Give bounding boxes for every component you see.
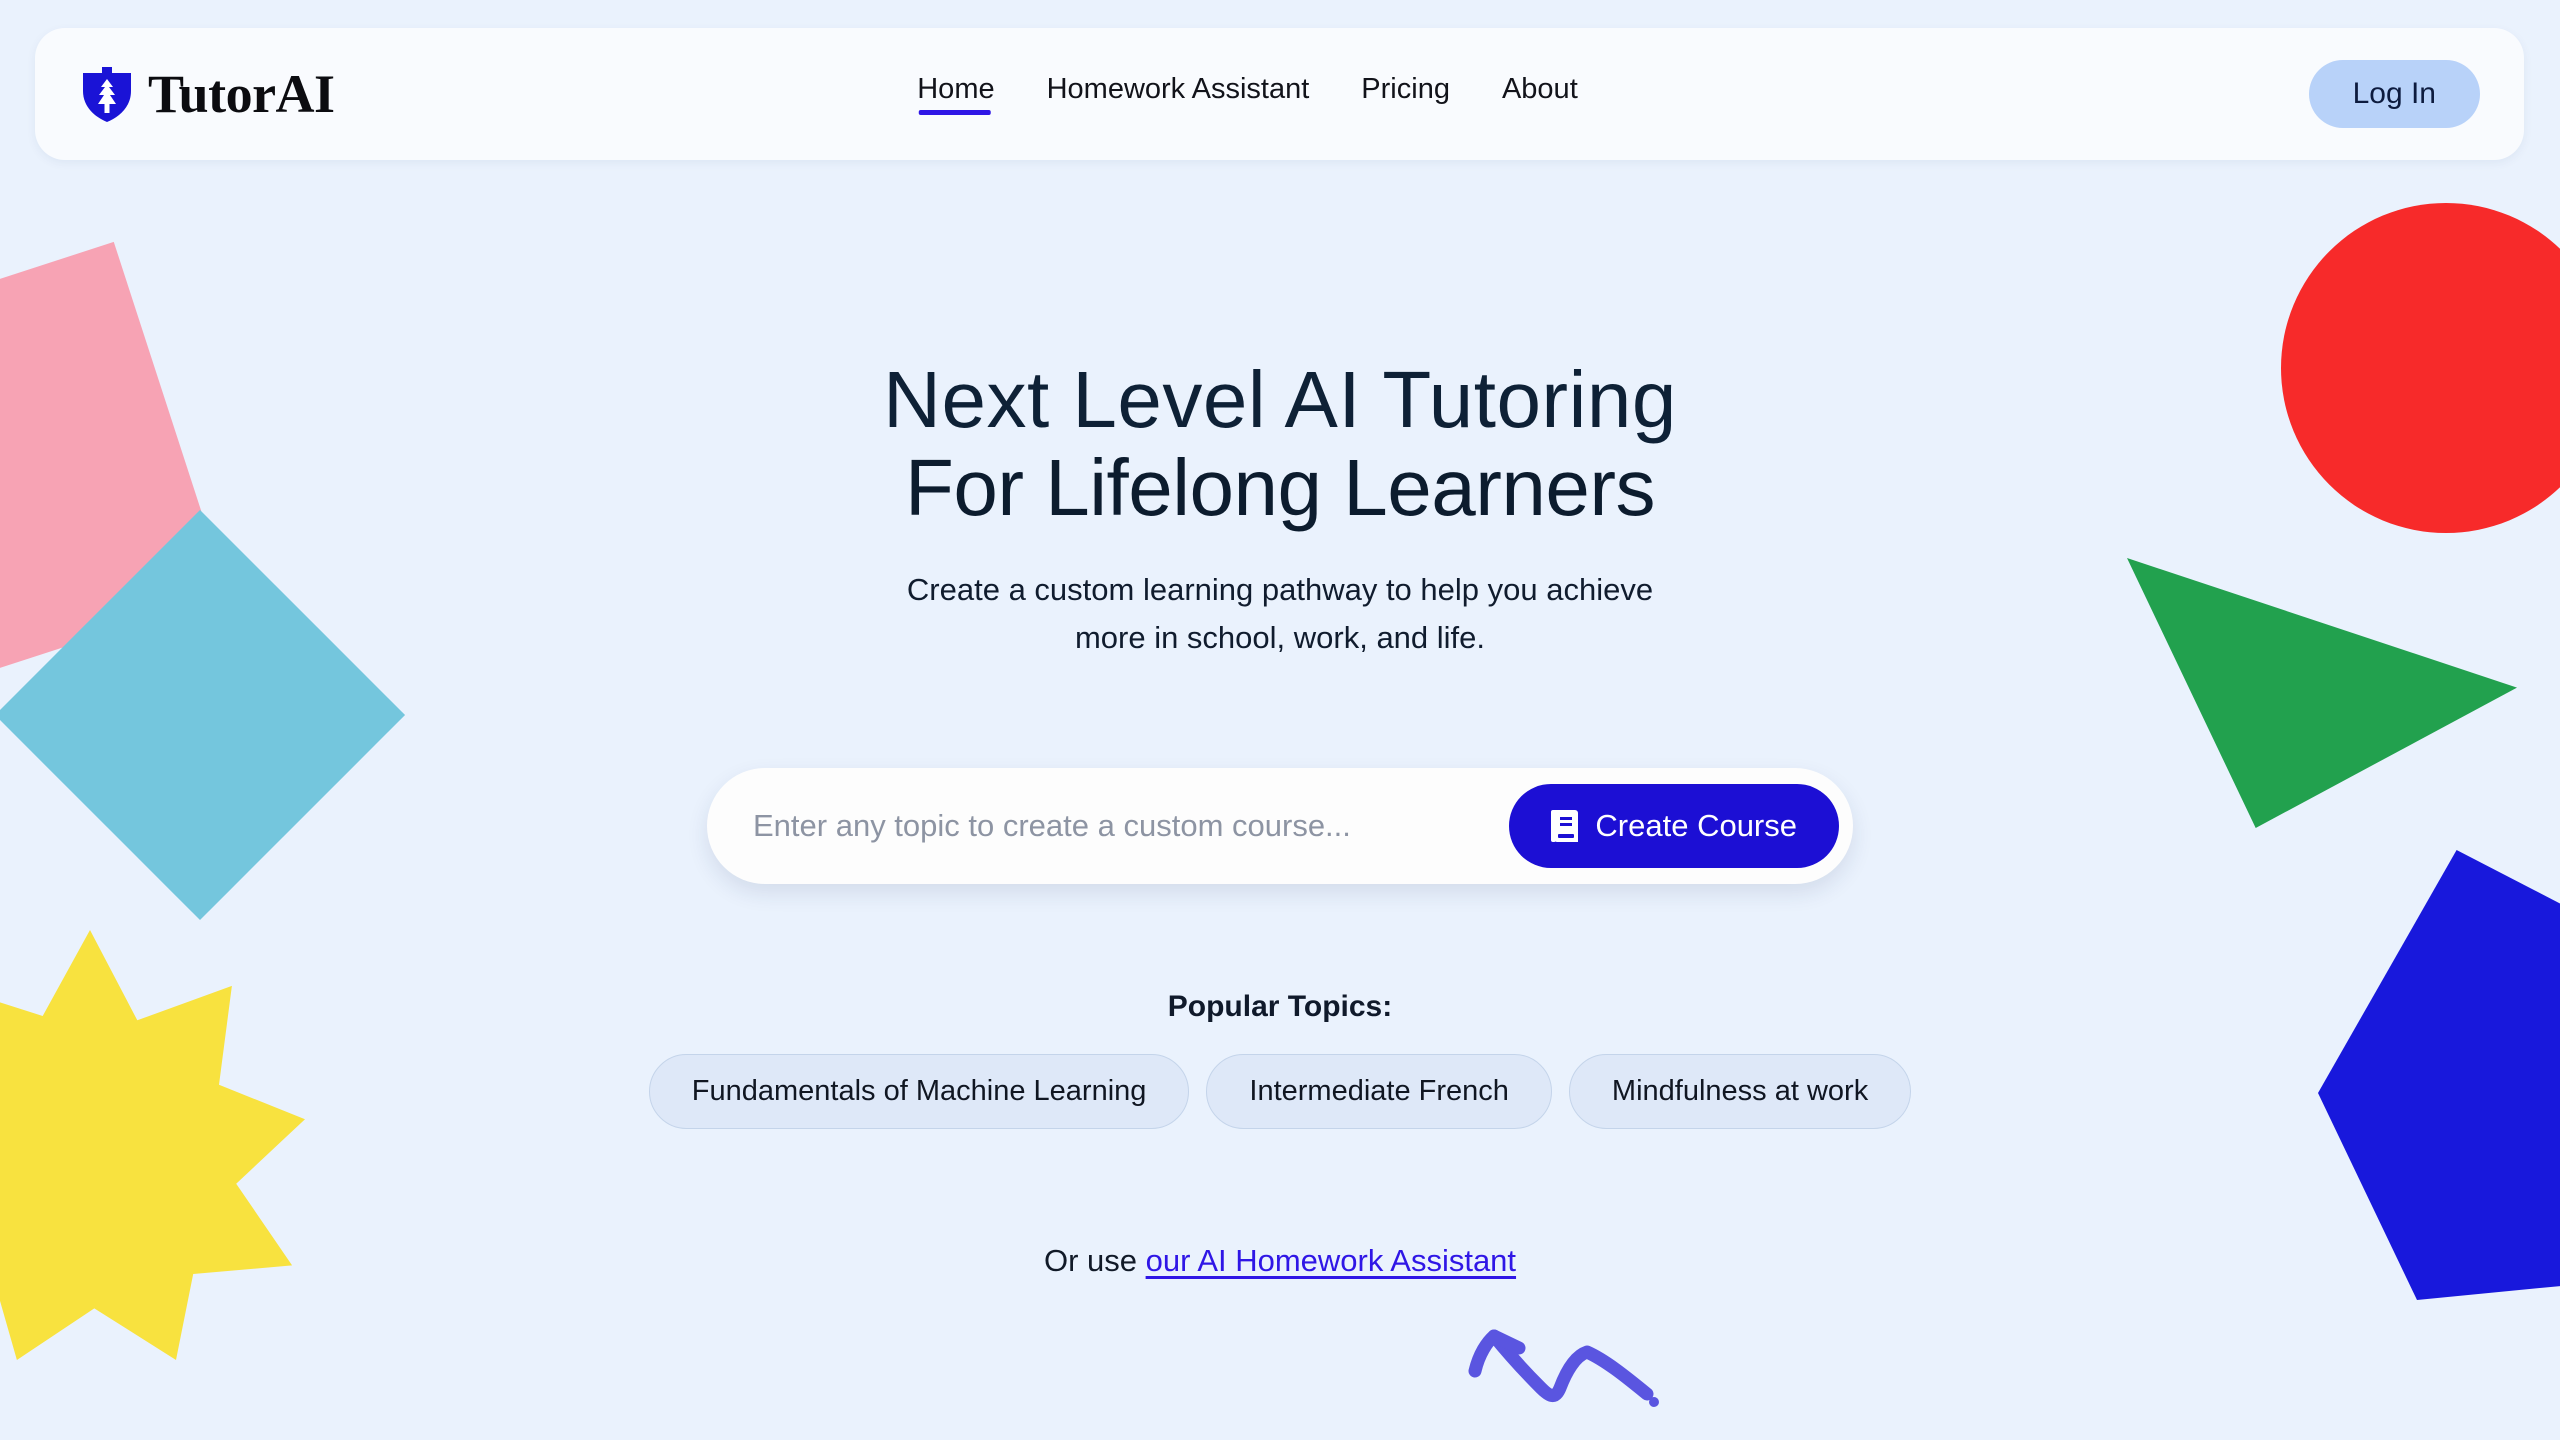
create-course-label: Create Course bbox=[1595, 808, 1797, 843]
popular-topics-section: Popular Topics: Fundamentals of Machine … bbox=[0, 990, 2560, 1129]
hero-section: Next Level AI Tutoring For Lifelong Lear… bbox=[0, 355, 2560, 662]
topic-pill-intermediate-french[interactable]: Intermediate French bbox=[1206, 1054, 1552, 1129]
hero-subtitle-line-2: more in school, work, and life. bbox=[1074, 620, 1486, 656]
hero-subtitle-line-1: Create a custom learning pathway to help… bbox=[906, 572, 1654, 608]
hero-subtitle: Create a custom learning pathway to help… bbox=[0, 566, 2560, 662]
brand-logo-link[interactable]: TutorAI bbox=[80, 65, 335, 123]
homework-assistant-line: Or use our AI Homework Assistant bbox=[0, 1243, 2560, 1279]
headline-line-2: For Lifelong Learners bbox=[905, 442, 1655, 532]
course-search-bar: Create Course bbox=[707, 768, 1853, 884]
headline-line-1: Next Level AI Tutoring bbox=[883, 355, 1677, 444]
popular-topics-label: Popular Topics: bbox=[1167, 990, 1393, 1023]
topic-pill-mindfulness-at-work[interactable]: Mindfulness at work bbox=[1568, 1054, 1912, 1129]
main-navigation: Home Homework Assistant Pricing About bbox=[917, 73, 1578, 115]
nav-item-about[interactable]: About bbox=[1502, 73, 1578, 115]
topic-pill-machine-learning[interactable]: Fundamentals of Machine Learning bbox=[648, 1054, 1190, 1129]
site-header: TutorAI Home Homework Assistant Pricing … bbox=[35, 28, 2524, 160]
create-course-button[interactable]: Create Course bbox=[1509, 784, 1839, 868]
homework-assistant-link[interactable]: our AI Homework Assistant bbox=[1146, 1243, 1516, 1278]
book-icon bbox=[1551, 810, 1579, 842]
nav-item-pricing[interactable]: Pricing bbox=[1361, 73, 1450, 115]
squiggle-arrow-icon bbox=[1468, 1329, 1659, 1407]
topic-search-input[interactable] bbox=[753, 768, 1510, 884]
popular-topics-list: Fundamentals of Machine Learning Interme… bbox=[0, 1054, 2560, 1129]
decorative-shapes-layer bbox=[0, 0, 2560, 1440]
nav-item-home[interactable]: Home bbox=[917, 73, 995, 115]
brand-name: TutorAI bbox=[148, 64, 335, 124]
login-button[interactable]: Log In bbox=[2308, 60, 2480, 128]
homework-prefix-text: Or use bbox=[1043, 1243, 1146, 1278]
nav-item-homework-assistant[interactable]: Homework Assistant bbox=[1047, 73, 1310, 115]
shield-tree-icon bbox=[83, 67, 131, 122]
